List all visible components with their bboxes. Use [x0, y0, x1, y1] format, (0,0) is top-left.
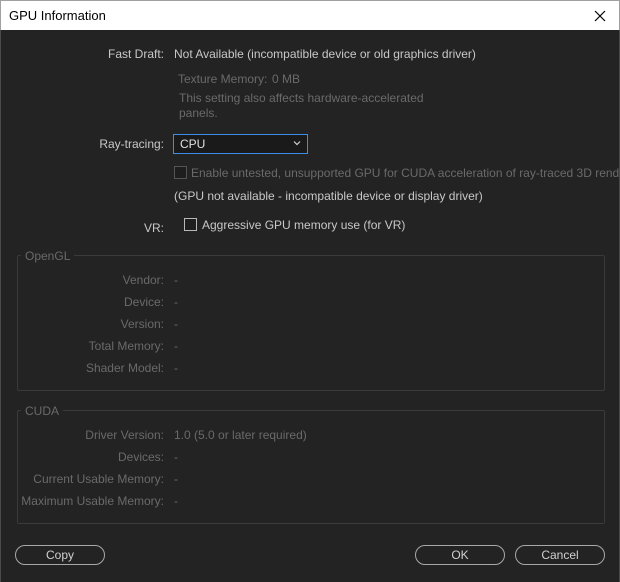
copy-button[interactable]: Copy — [15, 545, 105, 565]
opengl-device-value: - — [174, 295, 178, 309]
texture-memory-value: 0 MB — [272, 72, 301, 86]
chevron-down-icon — [293, 141, 301, 146]
opengl-shader-model-label: Shader Model: — [85, 361, 164, 375]
cuda-devices-value: - — [174, 450, 178, 464]
opengl-device-label: Device: — [123, 295, 164, 309]
aggressive-gpu-memory-label: Aggressive GPU memory use (for VR) — [202, 218, 406, 232]
cuda-maximum-memory-label: Maximum Usable Memory: — [21, 494, 164, 508]
cancel-button[interactable]: Cancel — [515, 545, 605, 565]
ray-tracing-selected-value: CPU — [180, 137, 206, 151]
opengl-total-memory-label: Total Memory: — [88, 339, 164, 353]
aggressive-gpu-memory-checkbox[interactable] — [184, 218, 197, 231]
opengl-version-label: Version: — [120, 317, 164, 331]
close-icon — [594, 10, 606, 22]
dialog-body: Fast Draft: Not Available (incompatible … — [0, 30, 620, 582]
texture-memory-label: Texture Memory: — [178, 72, 268, 86]
fast-draft-value: Not Available (incompatible device or ol… — [174, 47, 476, 61]
fast-draft-note-1: This setting also affects hardware-accel… — [179, 91, 424, 105]
cuda-driver-version-label: Driver Version: — [85, 428, 164, 442]
opengl-vendor-label: Vendor: — [122, 273, 164, 287]
opengl-shader-model-value: - — [174, 361, 178, 375]
title-bar: GPU Information — [0, 0, 620, 30]
ray-tracing-select[interactable]: CPU — [173, 134, 308, 154]
cuda-maximum-memory-value: - — [174, 494, 178, 508]
cuda-devices-label: Devices: — [117, 450, 164, 464]
cuda-current-memory-label: Current Usable Memory: — [33, 472, 164, 486]
cuda-acceleration-label: Enable untested, unsupported GPU for CUD… — [191, 166, 620, 180]
fast-draft-label: Fast Draft: — [107, 47, 164, 61]
cuda-current-memory-value: - — [174, 472, 178, 486]
cuda-driver-version-value: 1.0 (5.0 or later required) — [174, 428, 307, 442]
opengl-total-memory-value: - — [174, 339, 178, 353]
opengl-vendor-value: - — [174, 273, 178, 287]
opengl-group-title: OpenGL — [21, 249, 75, 263]
window-title: GPU Information — [9, 8, 106, 23]
ok-button[interactable]: OK — [415, 545, 505, 565]
fast-draft-note-2: panels. — [179, 106, 218, 120]
cuda-acceleration-checkbox[interactable] — [174, 166, 187, 179]
vr-label: VR: — [143, 221, 164, 235]
close-button[interactable] — [589, 5, 611, 27]
opengl-version-value: - — [174, 317, 178, 331]
ray-tracing-label: Ray-tracing: — [99, 137, 164, 151]
cuda-group-title: CUDA — [21, 404, 64, 418]
gpu-status-text: (GPU not available - incompatible device… — [174, 189, 483, 203]
